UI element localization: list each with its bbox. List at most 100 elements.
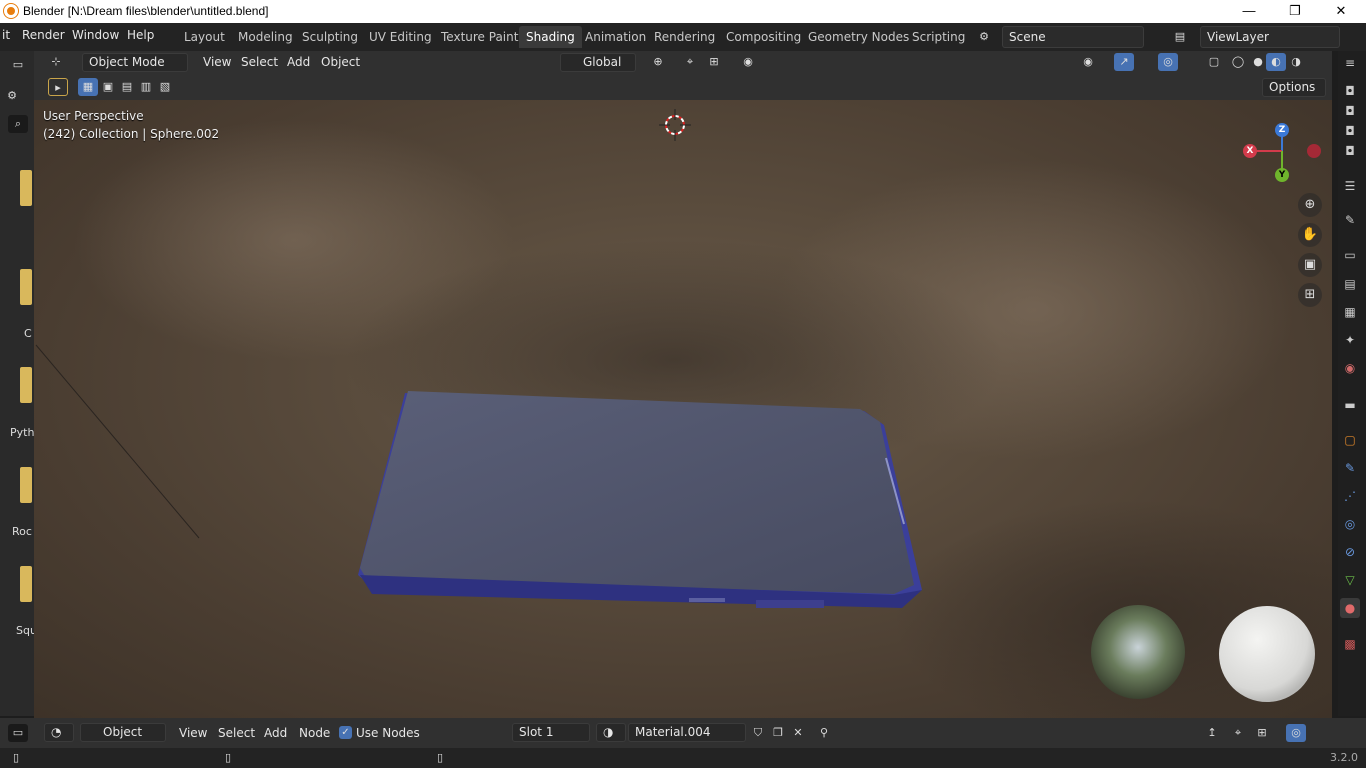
editor-type-icon[interactable]: ▭ bbox=[8, 724, 28, 742]
overlay-toggle-icon[interactable]: ◎ bbox=[1286, 724, 1306, 742]
tab-compositing[interactable]: Compositing bbox=[719, 26, 808, 48]
tab-geometry-nodes[interactable]: Geometry Nodes bbox=[801, 26, 916, 48]
gizmo-toggle-icon[interactable]: ↗ bbox=[1114, 53, 1134, 71]
particles-icon[interactable]: ⋰ bbox=[1340, 486, 1360, 506]
restore-button[interactable]: ❐ bbox=[1272, 0, 1318, 23]
gizmo-y-axis[interactable]: Y bbox=[1275, 168, 1289, 182]
menu-view[interactable]: View bbox=[203, 55, 231, 69]
snap-target-icon[interactable]: ⊞ bbox=[704, 53, 724, 71]
pin-icon[interactable]: ⚲ bbox=[814, 724, 834, 742]
menu-add[interactable]: Add bbox=[287, 55, 310, 69]
select-mode-subtract-icon[interactable]: ▤ bbox=[117, 78, 137, 96]
object-type-dropdown[interactable]: Object bbox=[80, 723, 166, 742]
xray-icon[interactable]: ▢ bbox=[1204, 53, 1224, 71]
camera-view-icon[interactable]: ▣ bbox=[1298, 253, 1322, 277]
tab-modeling[interactable]: Modeling bbox=[231, 26, 300, 48]
snap-icon[interactable]: ⌖ bbox=[1228, 724, 1248, 742]
render-icon[interactable]: ▭ bbox=[1340, 245, 1360, 265]
menu-select[interactable]: Select bbox=[241, 55, 278, 69]
file-browser-icon[interactable]: ▭ bbox=[8, 56, 28, 74]
options-dropdown[interactable]: Options bbox=[1262, 78, 1326, 97]
tab-sculpting[interactable]: Sculpting bbox=[295, 26, 365, 48]
pan-hand-icon[interactable]: ✋ bbox=[1298, 223, 1322, 247]
material-preview-shading-icon[interactable]: ◐ bbox=[1266, 53, 1286, 71]
rendered-shading-icon[interactable]: ◑ bbox=[1286, 53, 1306, 71]
gizmo-z-axis[interactable]: Z bbox=[1275, 123, 1289, 137]
mode-dropdown[interactable]: Object Mode bbox=[82, 53, 188, 72]
menu-help[interactable]: Help bbox=[127, 28, 154, 42]
duplicate-material-icon[interactable]: ❐ bbox=[768, 724, 788, 742]
unlink-material-icon[interactable]: ✕ bbox=[788, 724, 808, 742]
shader-type-icon[interactable]: ◔ bbox=[44, 723, 74, 742]
material-browse-icon[interactable]: ◑ bbox=[596, 723, 626, 742]
object-data-icon[interactable]: ▽ bbox=[1340, 570, 1360, 590]
pivot-icon[interactable]: ⊕ bbox=[648, 53, 668, 71]
collection-icon[interactable]: ▬ bbox=[1340, 395, 1360, 415]
wireframe-shading-icon[interactable]: ◯ bbox=[1228, 53, 1248, 71]
parent-node-tree-icon[interactable]: ↥ bbox=[1202, 724, 1222, 742]
minimize-button[interactable]: — bbox=[1226, 0, 1272, 23]
zoom-icon[interactable]: ⊕ bbox=[1298, 193, 1322, 217]
select-tool-icon[interactable]: ▸ bbox=[48, 78, 68, 96]
camera-icon[interactable]: ◘ bbox=[1340, 81, 1360, 101]
scene-icon[interactable]: ✦ bbox=[1340, 330, 1360, 350]
settings-icon[interactable]: ⚙ bbox=[2, 87, 22, 105]
select-mode-new-icon[interactable]: ▦ bbox=[78, 78, 98, 96]
modifier-wrench-icon[interactable]: ✎ bbox=[1340, 458, 1360, 478]
texture-icon[interactable]: ▩ bbox=[1340, 634, 1360, 654]
outliner-icon[interactable]: ≡ bbox=[1340, 53, 1360, 73]
physics-icon[interactable]: ◎ bbox=[1340, 514, 1360, 534]
select-mode-intersect-icon[interactable]: ▧ bbox=[155, 78, 175, 96]
material-name-field[interactable]: Material.004 bbox=[628, 723, 746, 742]
thumbnail-folder-4[interactable] bbox=[20, 467, 32, 503]
ortho-grid-icon[interactable]: ⊞ bbox=[1298, 283, 1322, 307]
menu-object[interactable]: Object bbox=[321, 55, 360, 69]
proportional-edit-icon[interactable]: ◉ bbox=[738, 53, 758, 71]
menu-render[interactable]: Render bbox=[22, 28, 65, 42]
tab-rendering[interactable]: Rendering bbox=[647, 26, 722, 48]
view-layer-field[interactable]: ViewLayer bbox=[1200, 26, 1340, 48]
gizmo-x-axis[interactable]: X bbox=[1243, 144, 1257, 158]
scene-selector-icon[interactable]: ⚙ bbox=[974, 28, 994, 46]
tab-shading[interactable]: Shading bbox=[519, 26, 582, 48]
tab-animation[interactable]: Animation bbox=[578, 26, 653, 48]
menu-add[interactable]: Add bbox=[264, 726, 287, 740]
transform-orientation-dropdown[interactable]: Global bbox=[560, 53, 636, 72]
menu-window[interactable]: Window bbox=[72, 28, 119, 42]
output-icon[interactable]: ▤ bbox=[1340, 274, 1360, 294]
properties-toggle-icon[interactable]: ☰ bbox=[1340, 176, 1360, 196]
overlay-toggle-icon[interactable]: ◎ bbox=[1158, 53, 1178, 71]
tab-texture-paint[interactable]: Texture Paint bbox=[434, 26, 525, 48]
select-mode-invert-icon[interactable]: ▥ bbox=[136, 78, 156, 96]
thumbnail-folder-1[interactable] bbox=[20, 170, 32, 206]
solid-shading-icon[interactable]: ● bbox=[1248, 53, 1268, 71]
menu-view[interactable]: View bbox=[179, 726, 207, 740]
search-icon[interactable]: ⌕ bbox=[8, 115, 28, 133]
tab-scripting[interactable]: Scripting bbox=[905, 26, 972, 48]
tab-layout[interactable]: Layout bbox=[177, 26, 232, 48]
thumbnail-folder-2[interactable] bbox=[20, 269, 32, 305]
camera-icon[interactable]: ◘ bbox=[1340, 121, 1360, 141]
view-layer-icon[interactable]: ▦ bbox=[1340, 302, 1360, 322]
menu-file[interactable]: it bbox=[2, 28, 10, 42]
phone-screen[interactable] bbox=[360, 391, 914, 594]
editor-type-icon[interactable]: ⊹ bbox=[46, 53, 66, 71]
use-nodes-checkbox[interactable]: ✓ bbox=[339, 726, 352, 739]
tool-icon[interactable]: ✎ bbox=[1340, 210, 1360, 230]
thumbnail-folder-5[interactable] bbox=[20, 566, 32, 602]
3d-viewport[interactable]: User Perspective (242) Collection | Sphe… bbox=[34, 100, 1332, 718]
thumbnail-folder-3[interactable] bbox=[20, 367, 32, 403]
3d-cursor-icon[interactable] bbox=[659, 109, 691, 141]
slot-dropdown[interactable]: Slot 1 bbox=[512, 723, 590, 742]
world-icon[interactable]: ◉ bbox=[1340, 358, 1360, 378]
snap-icon[interactable]: ⌖ bbox=[680, 53, 700, 71]
object-icon[interactable]: ▢ bbox=[1340, 430, 1360, 450]
menu-select[interactable]: Select bbox=[218, 726, 255, 740]
camera-icon[interactable]: ◘ bbox=[1340, 101, 1360, 121]
material-icon[interactable]: ● bbox=[1340, 598, 1360, 618]
select-mode-extend-icon[interactable]: ▣ bbox=[98, 78, 118, 96]
view-layer-icon[interactable]: ▤ bbox=[1170, 28, 1190, 46]
close-button[interactable]: ✕ bbox=[1318, 0, 1364, 23]
constraints-icon[interactable]: ⊘ bbox=[1340, 542, 1360, 562]
snap-target-icon[interactable]: ⊞ bbox=[1252, 724, 1272, 742]
